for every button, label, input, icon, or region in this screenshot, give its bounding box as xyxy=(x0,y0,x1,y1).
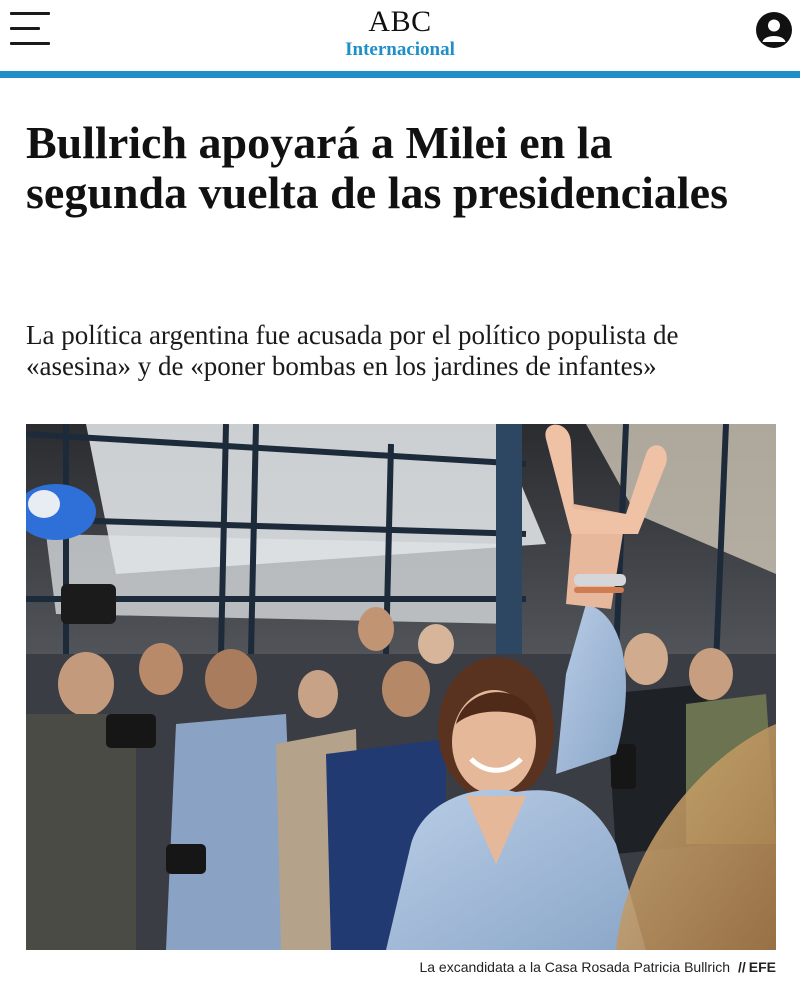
article-headline: Bullrich apoyará a Milei en la segunda v… xyxy=(26,117,728,218)
brand: ABC Internacional xyxy=(0,6,800,62)
article-photo[interactable] xyxy=(26,424,776,950)
article-subtitle: La política argentina fue acusada por el… xyxy=(26,320,679,381)
user-account-icon[interactable] xyxy=(756,12,792,48)
photo-credit: EFE xyxy=(748,959,776,975)
photo-microphone-tip xyxy=(28,490,60,518)
site-header: ABC Internacional xyxy=(0,0,800,70)
credit-separator: // xyxy=(737,959,746,975)
photo-caption: La excandidata a la Casa Rosada Patricia… xyxy=(26,957,776,977)
photo-pillar xyxy=(496,424,522,664)
header-accent-rule xyxy=(0,71,800,78)
section-name[interactable]: Internacional xyxy=(0,38,800,62)
photo-skylight xyxy=(46,534,516,624)
caption-text: La excandidata a la Casa Rosada Patricia… xyxy=(419,959,730,975)
site-logo[interactable]: ABC xyxy=(0,6,800,38)
